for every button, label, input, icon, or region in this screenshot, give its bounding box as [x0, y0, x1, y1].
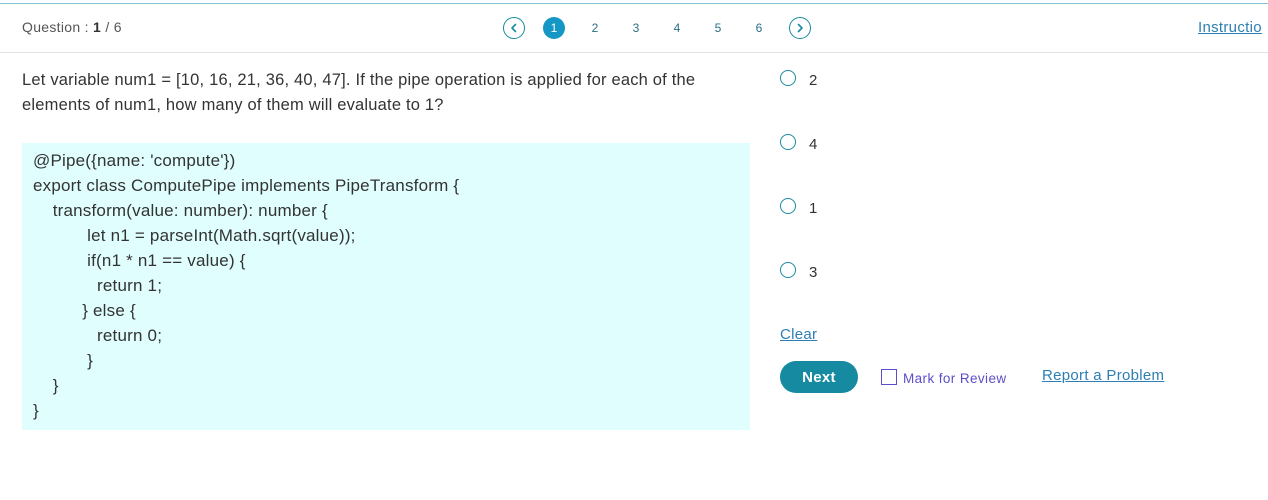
answer-option-label: 2: [809, 71, 818, 89]
question-total: 6: [113, 19, 122, 35]
answer-option-label: 3: [809, 263, 818, 281]
chevron-right-icon: [797, 23, 803, 33]
page-button-3[interactable]: 3: [625, 17, 647, 39]
answer-option-2[interactable]: 4: [780, 130, 980, 154]
code-block: @Pipe({name: 'compute'}) export class Co…: [22, 143, 750, 430]
code-line: if(n1 * n1 == value) {: [33, 251, 246, 270]
mark-for-review-label: Mark for Review: [903, 370, 1007, 386]
mark-for-review-checkbox[interactable]: [881, 369, 897, 385]
next-button[interactable]: Next: [780, 361, 858, 393]
code-line: @Pipe({name: 'compute'}): [33, 151, 236, 170]
question-counter-label: Question :: [22, 19, 89, 35]
page-button-5[interactable]: 5: [707, 17, 729, 39]
code-line: return 1;: [33, 276, 163, 295]
answer-option-label: 1: [809, 199, 818, 217]
question-header: Question : 1 / 6 1 2 3 4 5 6 Instructio: [0, 4, 1268, 53]
answer-option-4[interactable]: 3: [780, 258, 980, 282]
code-line: let n1 = parseInt(Math.sqrt(value));: [33, 226, 356, 245]
clear-selection-link[interactable]: Clear: [780, 326, 817, 343]
answer-option-label: 4: [809, 135, 818, 153]
answer-option-3[interactable]: 1: [780, 194, 980, 218]
code-line: }: [33, 401, 39, 420]
radio-button[interactable]: [780, 262, 796, 278]
code-line: return 0;: [33, 326, 163, 345]
code-line: }: [33, 351, 94, 370]
question-counter: Question : 1 / 6: [22, 19, 122, 35]
page-button-6[interactable]: 6: [748, 17, 770, 39]
mark-for-review[interactable]: Mark for Review: [881, 368, 1007, 386]
code-line: } else {: [33, 301, 136, 320]
question-text: Let variable num1 = [10, 16, 21, 36, 40,…: [22, 71, 696, 114]
code-line: export class ComputePipe implements Pipe…: [33, 176, 460, 195]
page-button-2[interactable]: 2: [584, 17, 606, 39]
code-line: transform(value: number): number {: [33, 201, 328, 220]
radio-button[interactable]: [780, 134, 796, 150]
code-line: }: [33, 376, 59, 395]
chevron-left-icon: [511, 23, 517, 33]
question-separator: /: [105, 19, 110, 35]
radio-button[interactable]: [780, 198, 796, 214]
page-button-1[interactable]: 1: [543, 17, 565, 39]
page-button-4[interactable]: 4: [666, 17, 688, 39]
radio-button[interactable]: [780, 70, 796, 86]
prev-question-button[interactable]: [503, 17, 525, 39]
next-question-arrow-button[interactable]: [789, 17, 811, 39]
question-current: 1: [93, 19, 102, 35]
report-problem-link[interactable]: Report a Problem: [1042, 367, 1164, 384]
instructions-link[interactable]: Instructio: [1198, 19, 1262, 36]
answer-option-1[interactable]: 2: [780, 66, 980, 90]
